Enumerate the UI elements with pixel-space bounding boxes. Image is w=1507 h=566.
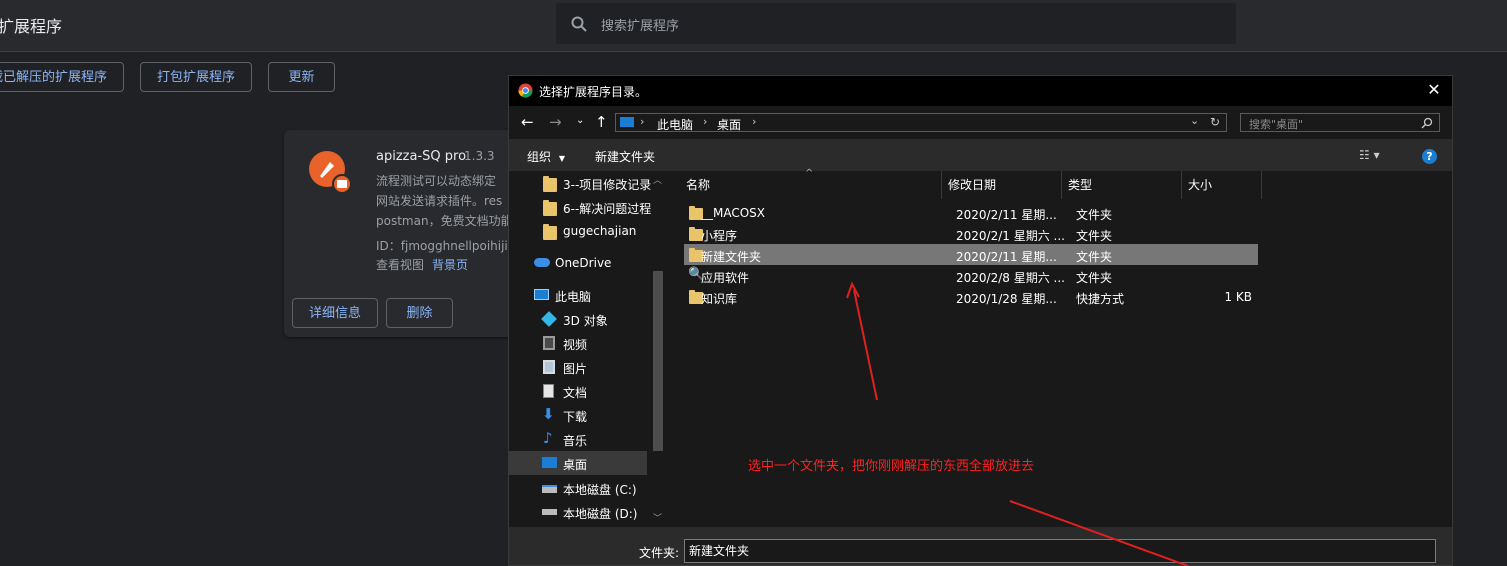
annotation-text: 选中一个文件夹，把你刚刚解压的东西全部放进去 (748, 459, 1035, 474)
annotation-arrow-up (853, 289, 878, 401)
annotation-arrowhead (846, 281, 860, 299)
annotation-arrows (846, 281, 1189, 566)
annotation-arrow-down (1009, 500, 1189, 566)
